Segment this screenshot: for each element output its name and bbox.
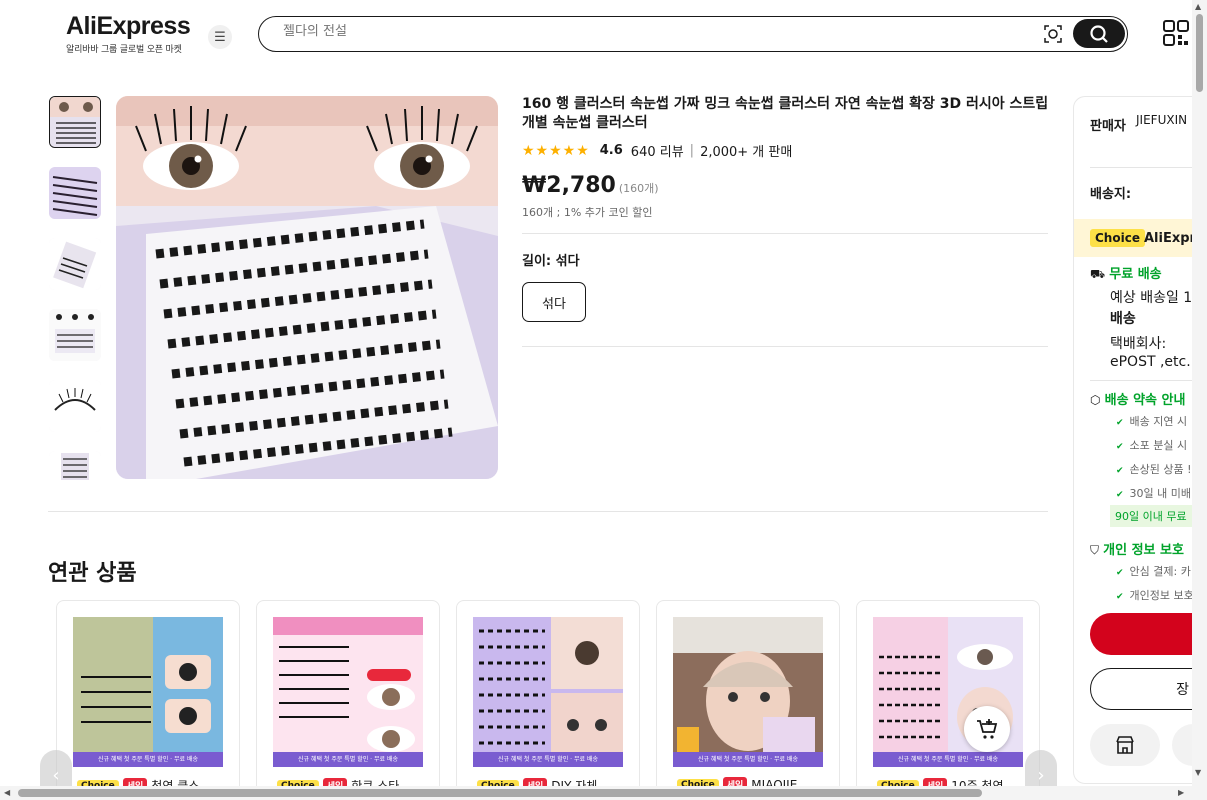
store-icon (1116, 736, 1134, 754)
main-product-image[interactable] (116, 96, 498, 479)
divider (522, 233, 1048, 234)
thumbnail[interactable] (49, 309, 101, 361)
search-input[interactable] (283, 24, 1023, 39)
delivery-promise-label: 배송 약속 안내 (1104, 393, 1186, 408)
divider (1090, 167, 1197, 168)
divider: | (689, 143, 695, 158)
search-button[interactable] (1073, 19, 1125, 48)
divider (48, 511, 1048, 512)
product-card-image: 신규 혜택 첫 주문 특별 할인 · 무료 배송 (673, 617, 823, 767)
review-count-link[interactable]: 640 리뷰 (631, 141, 684, 160)
box-icon: ⬡ (1090, 393, 1101, 407)
price-unit: (160개) (618, 182, 659, 195)
privacy-row[interactable]: ⛉ 개인 정보 보호 (1090, 539, 1184, 558)
product-title: 160 행 클러스터 속눈썹 가짜 밍크 속눈썹 클러스터 자연 속눈썹 확장 … (522, 96, 1049, 131)
search-bar (258, 16, 1128, 52)
divider (1090, 380, 1197, 381)
sold-count: 2,000+ 개 판매 (700, 145, 793, 160)
scroll-left-icon[interactable]: ◀ (4, 788, 10, 797)
product-card[interactable]: 신규 혜택 첫 주문 특별 할인 · 무료 배송 Choice 세일 한큐 스타 (256, 600, 440, 800)
logo-subtitle: 알리바바 그룹 글로벌 오픈 마켓 (66, 45, 182, 55)
promise-item: 30일 내 미배 (1116, 485, 1191, 501)
carrier-label: 택배회사: (1110, 336, 1167, 352)
scroll-up-icon[interactable]: ▲ (1195, 2, 1201, 11)
logo-text: AliExpress (66, 12, 191, 40)
menu-icon[interactable]: ☰ (208, 25, 232, 49)
seller-label: 판매자 (1090, 119, 1126, 134)
related-products-title: 연관 상품 (48, 561, 137, 586)
free-return-badge: 90일 이내 무료 (1110, 505, 1192, 527)
product-card[interactable]: 신규 혜택 첫 주문 특별 할인 · 무료 배송 Choice 세일 MIAOJ… (656, 600, 840, 800)
horizontal-scroll-thumb[interactable] (18, 789, 982, 797)
thumbnail[interactable] (49, 380, 101, 432)
choice-band: Choice AliExpress (1074, 219, 1197, 257)
choice-brand: AliExpress (1144, 231, 1197, 246)
product-card-image: 신규 혜택 첫 주문 특별 할인 · 무료 배송 (273, 617, 423, 767)
horizontal-scrollbar[interactable]: ◀ ▶ (0, 786, 1192, 800)
promo-band: 신규 혜택 첫 주문 특별 할인 · 무료 배송 (473, 752, 623, 767)
promise-item: 손상된 상품 ! (1116, 461, 1192, 477)
divider (522, 346, 1048, 347)
product-card-image: 신규 혜택 첫 주문 특별 할인 · 무료 배송 (473, 617, 623, 767)
add-to-cart-button[interactable] (964, 706, 1010, 752)
qr-code-icon[interactable] (1163, 20, 1189, 46)
price-row: ₩2,780 (160개) (522, 173, 659, 198)
product-card[interactable]: 신규 혜택 첫 주문 특별 할인 · 무료 배송 Choice 세일 10준 첫… (856, 600, 1040, 800)
promise-item: 배송 지연 시 (1116, 413, 1188, 429)
delivery-promise-row[interactable]: ⬡ 배송 약속 안내 (1090, 389, 1185, 408)
thumbnail[interactable] (49, 238, 101, 290)
thumbnail[interactable] (49, 451, 101, 480)
search-icon (1090, 24, 1108, 43)
rating-stars-icon: ★★★★★ (522, 142, 590, 159)
buy-now-button[interactable] (1090, 613, 1197, 655)
product-card-image: 신규 혜택 첫 주문 특별 할인 · 무료 배송 (73, 617, 223, 767)
promo-band: 신규 혜택 첫 주문 특별 할인 · 무료 배송 (273, 752, 423, 767)
promo-band: 신규 혜택 첫 주문 특별 할인 · 무료 배송 (73, 752, 223, 767)
price: ₩2,780 (522, 173, 616, 198)
product-card[interactable]: 신규 혜택 첫 주문 특별 할인 · 무료 배송 Choice 세일 DIY 자… (456, 600, 640, 800)
privacy-item: 개인정보 보호 (1116, 587, 1194, 603)
free-shipping-row: ⛟ 무료 배송 (1090, 263, 1162, 283)
choice-badge: Choice (1090, 229, 1145, 247)
truck-icon: ⛟ (1090, 267, 1106, 281)
thumbnail-list (48, 96, 102, 480)
purchase-panel: 판매자 JIEFUXIN 배송지: Choice AliExpress ⛟ 무료… (1073, 96, 1197, 784)
thumbnail[interactable] (49, 167, 101, 219)
privacy-label: 개인 정보 보호 (1103, 543, 1184, 558)
rating-row: ★★★★★ 4.6 640 리뷰 | 2,000+ 개 판매 (522, 141, 793, 161)
store-button[interactable] (1090, 724, 1160, 766)
option-label: 길이: 섞다 (522, 254, 580, 269)
promo-band: 신규 혜택 첫 주문 특별 할인 · 무료 배송 (673, 752, 823, 767)
vertical-scrollbar[interactable]: ▲ ▼ (1192, 0, 1207, 800)
seller-name[interactable]: JIEFUXIN (1136, 113, 1187, 127)
vertical-scroll-thumb[interactable] (1196, 14, 1203, 92)
promo-band: 신규 혜택 첫 주문 특별 할인 · 무료 배송 (873, 752, 1023, 767)
image-search-icon[interactable] (1043, 24, 1063, 44)
thumbnail[interactable] (49, 96, 101, 148)
product-card[interactable]: 신규 혜택 첫 주문 특별 할인 · 무료 배송 Choice 세일 첫연 클스 (56, 600, 240, 800)
cart-plus-icon (977, 719, 998, 739)
scroll-down-icon[interactable]: ▼ (1195, 768, 1201, 777)
delivery-text: 배송 (1110, 311, 1136, 327)
option-mixed-button[interactable]: 섞다 (522, 282, 586, 322)
free-shipping-label: 무료 배송 (1109, 267, 1162, 282)
add-to-cart-panel-button[interactable]: 장 (1090, 668, 1197, 710)
scroll-right-icon[interactable]: ▶ (1178, 788, 1184, 797)
rating-value: 4.6 (599, 143, 623, 158)
estimated-delivery: 예상 배송일 1 (1110, 290, 1193, 306)
coin-discount-note: 160개 ; 1% 추가 코인 할인 (522, 206, 653, 219)
carrier-name: ePOST ,etc. (1110, 354, 1191, 370)
ship-to-label[interactable]: 배송지: (1090, 183, 1131, 202)
privacy-item: 안심 결제: 카 (1116, 563, 1191, 579)
shield-icon: ⛉ (1090, 543, 1100, 557)
promise-item: 소포 분실 시 (1116, 437, 1188, 453)
aliexpress-logo[interactable]: AliExpress 알리바바 그룹 글로벌 오픈 마켓 (66, 12, 191, 55)
